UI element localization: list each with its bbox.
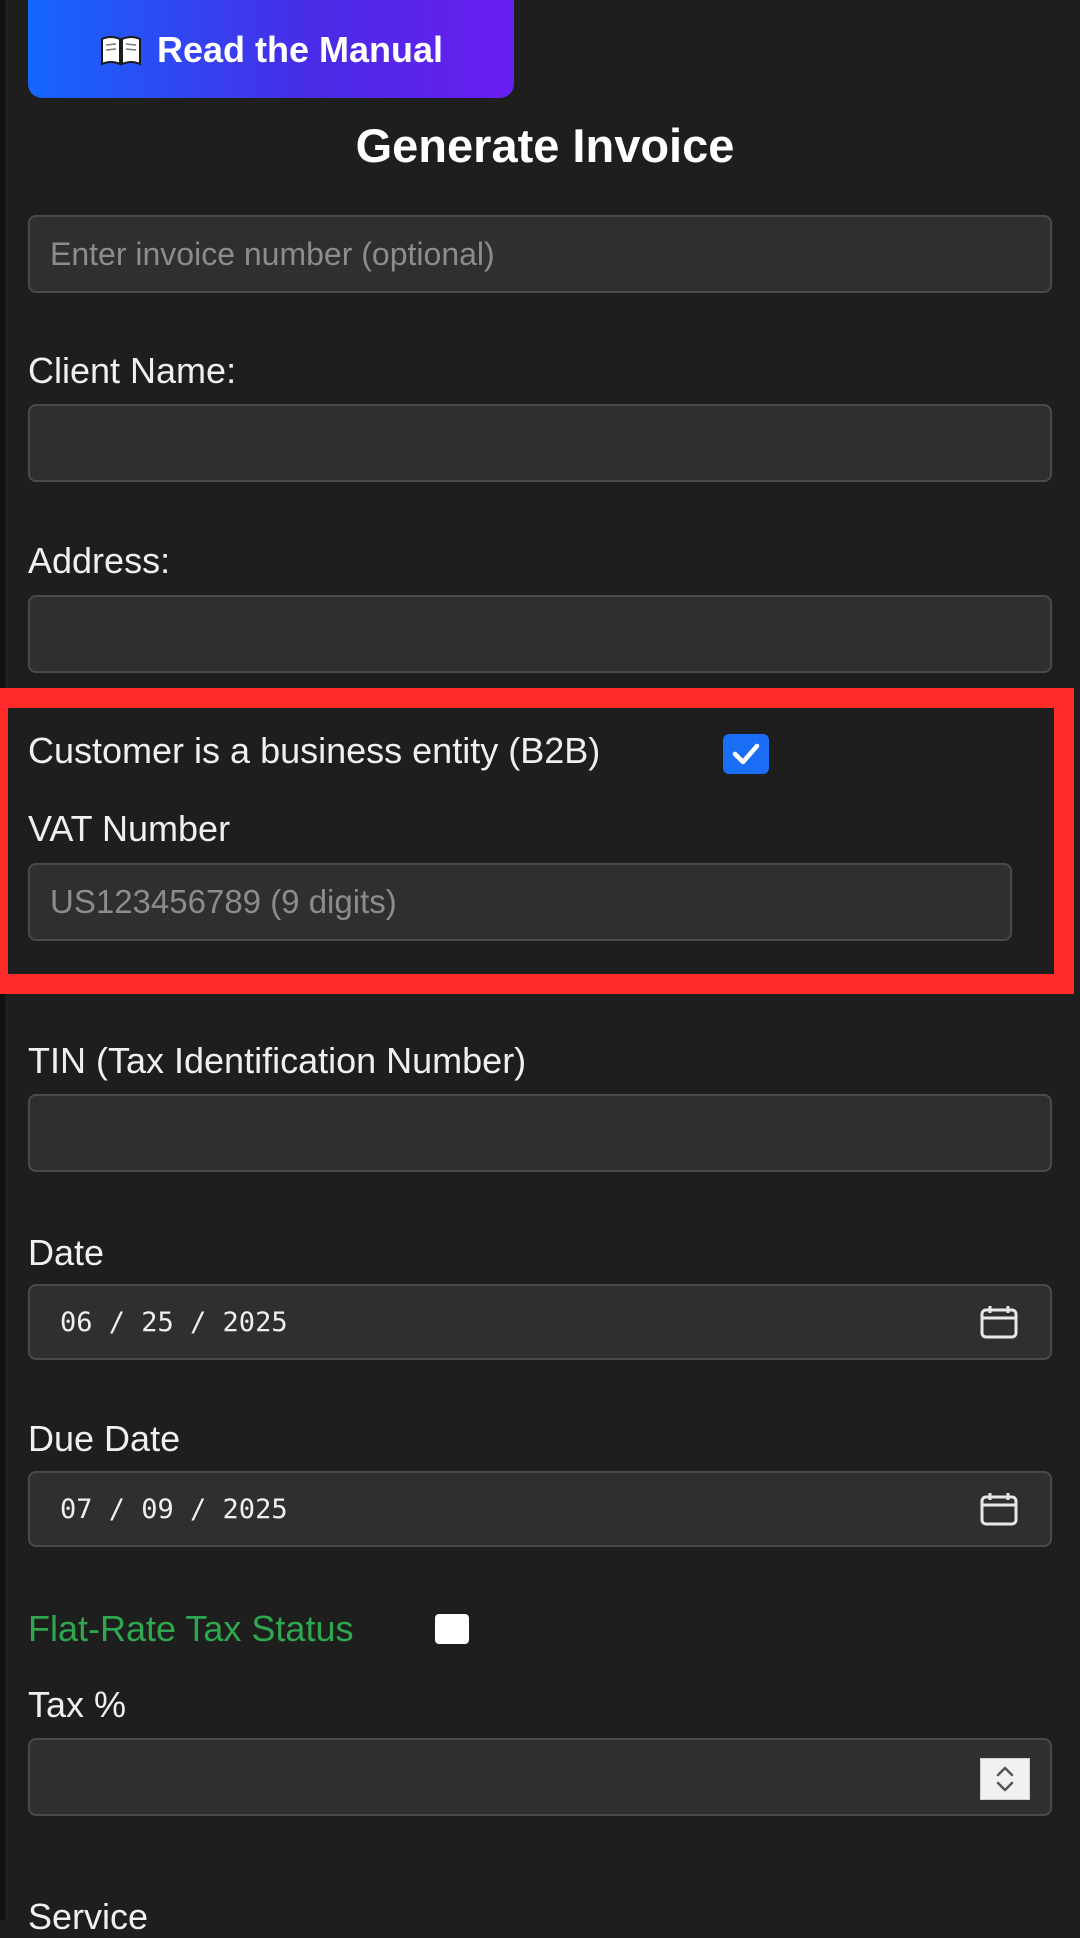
date-value: 06 / 25 / 2025 (60, 1306, 288, 1338)
read-manual-label: Read the Manual (156, 29, 444, 70)
b2b-label: Customer is a business entity (B2B) (28, 730, 601, 771)
tax-percent-label: Tax % (28, 1684, 127, 1725)
client-name-label: Client Name: (28, 350, 237, 391)
address-input[interactable] (28, 595, 1052, 673)
page-title: Generate Invoice (355, 119, 735, 172)
vat-number-label: VAT Number (28, 808, 231, 849)
number-spinner[interactable] (980, 1758, 1030, 1800)
tin-input[interactable] (28, 1094, 1052, 1172)
due-date-input[interactable]: 07 / 09 / 2025 (28, 1471, 1052, 1547)
open-book-icon (99, 33, 143, 67)
client-name-input[interactable] (28, 404, 1052, 482)
service-label-partial: Service (28, 1896, 149, 1937)
checkmark-icon (732, 743, 760, 765)
tax-percent-input[interactable] (28, 1738, 1052, 1816)
b2b-checkbox[interactable] (723, 734, 769, 774)
calendar-icon[interactable] (978, 1491, 1020, 1527)
vat-number-input[interactable] (28, 863, 1012, 941)
address-label: Address: (28, 540, 171, 581)
up-down-arrows-icon (996, 1766, 1014, 1792)
calendar-icon[interactable] (978, 1304, 1020, 1340)
read-manual-button[interactable]: Read the Manual (28, 0, 514, 98)
flat-rate-checkbox[interactable] (435, 1614, 469, 1644)
tin-label: TIN (Tax Identification Number) (28, 1040, 527, 1081)
flat-rate-label: Flat-Rate Tax Status (28, 1608, 354, 1649)
date-label: Date (28, 1232, 105, 1273)
due-date-value: 07 / 09 / 2025 (60, 1493, 288, 1525)
due-date-label: Due Date (28, 1418, 181, 1459)
date-input[interactable]: 06 / 25 / 2025 (28, 1284, 1052, 1360)
invoice-number-input[interactable] (28, 215, 1052, 293)
